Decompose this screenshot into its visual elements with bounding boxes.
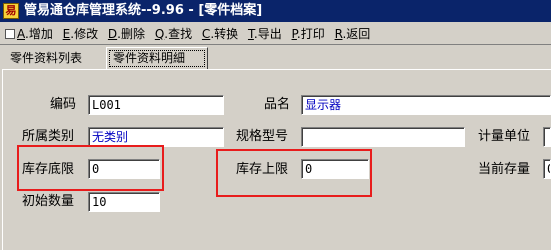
initial-qty-label: 初始数量 [22,194,75,209]
convert-button[interactable]: C.转换 [199,24,241,44]
add-button[interactable]: A.增加 [2,24,56,44]
add-icon [5,29,15,39]
window-title: 管易通仓库管理系统--9.96 - [零件档案] [24,3,263,18]
app-icon: 易 [3,3,19,19]
code-label: 编码 [50,97,77,112]
code-field[interactable]: L001 [88,95,224,115]
tab-strip: 零件资料列表 零件资料明細 [0,47,551,69]
unit-label: 计量单位 [478,129,531,144]
toolbar: A.增加 E.修改 D.删除 Q.查找 C.转换 T.导出 P.打印 R.返回 [0,23,551,45]
initial-qty-field[interactable]: 10 [88,192,160,212]
current-stock-label: 当前存量 [478,162,531,177]
unit-field[interactable] [543,127,551,147]
category-field[interactable]: 无类别 [88,127,224,147]
min-stock-highlight-box [17,145,164,191]
category-label: 所属类别 [22,129,75,144]
max-stock-highlight-box [216,149,372,197]
tab-parts-list[interactable]: 零件资料列表 [4,49,104,68]
title-bar: 易 管易通仓库管理系统--9.96 - [零件档案] [0,0,551,22]
search-button[interactable]: Q.查找 [152,24,195,44]
spec-label: 规格型号 [236,129,289,144]
print-button[interactable]: P.打印 [289,24,328,44]
edit-button[interactable]: E.修改 [60,24,101,44]
tab-parts-detail[interactable]: 零件资料明細 [106,47,208,69]
return-button[interactable]: R.返回 [332,24,374,44]
spec-field[interactable] [301,127,465,147]
current-stock-field[interactable]: 0 [543,159,551,179]
name-label: 品名 [264,97,291,112]
delete-button[interactable]: D.删除 [105,24,148,44]
export-button[interactable]: T.导出 [245,24,285,44]
name-field[interactable]: 显示器 [301,95,551,115]
